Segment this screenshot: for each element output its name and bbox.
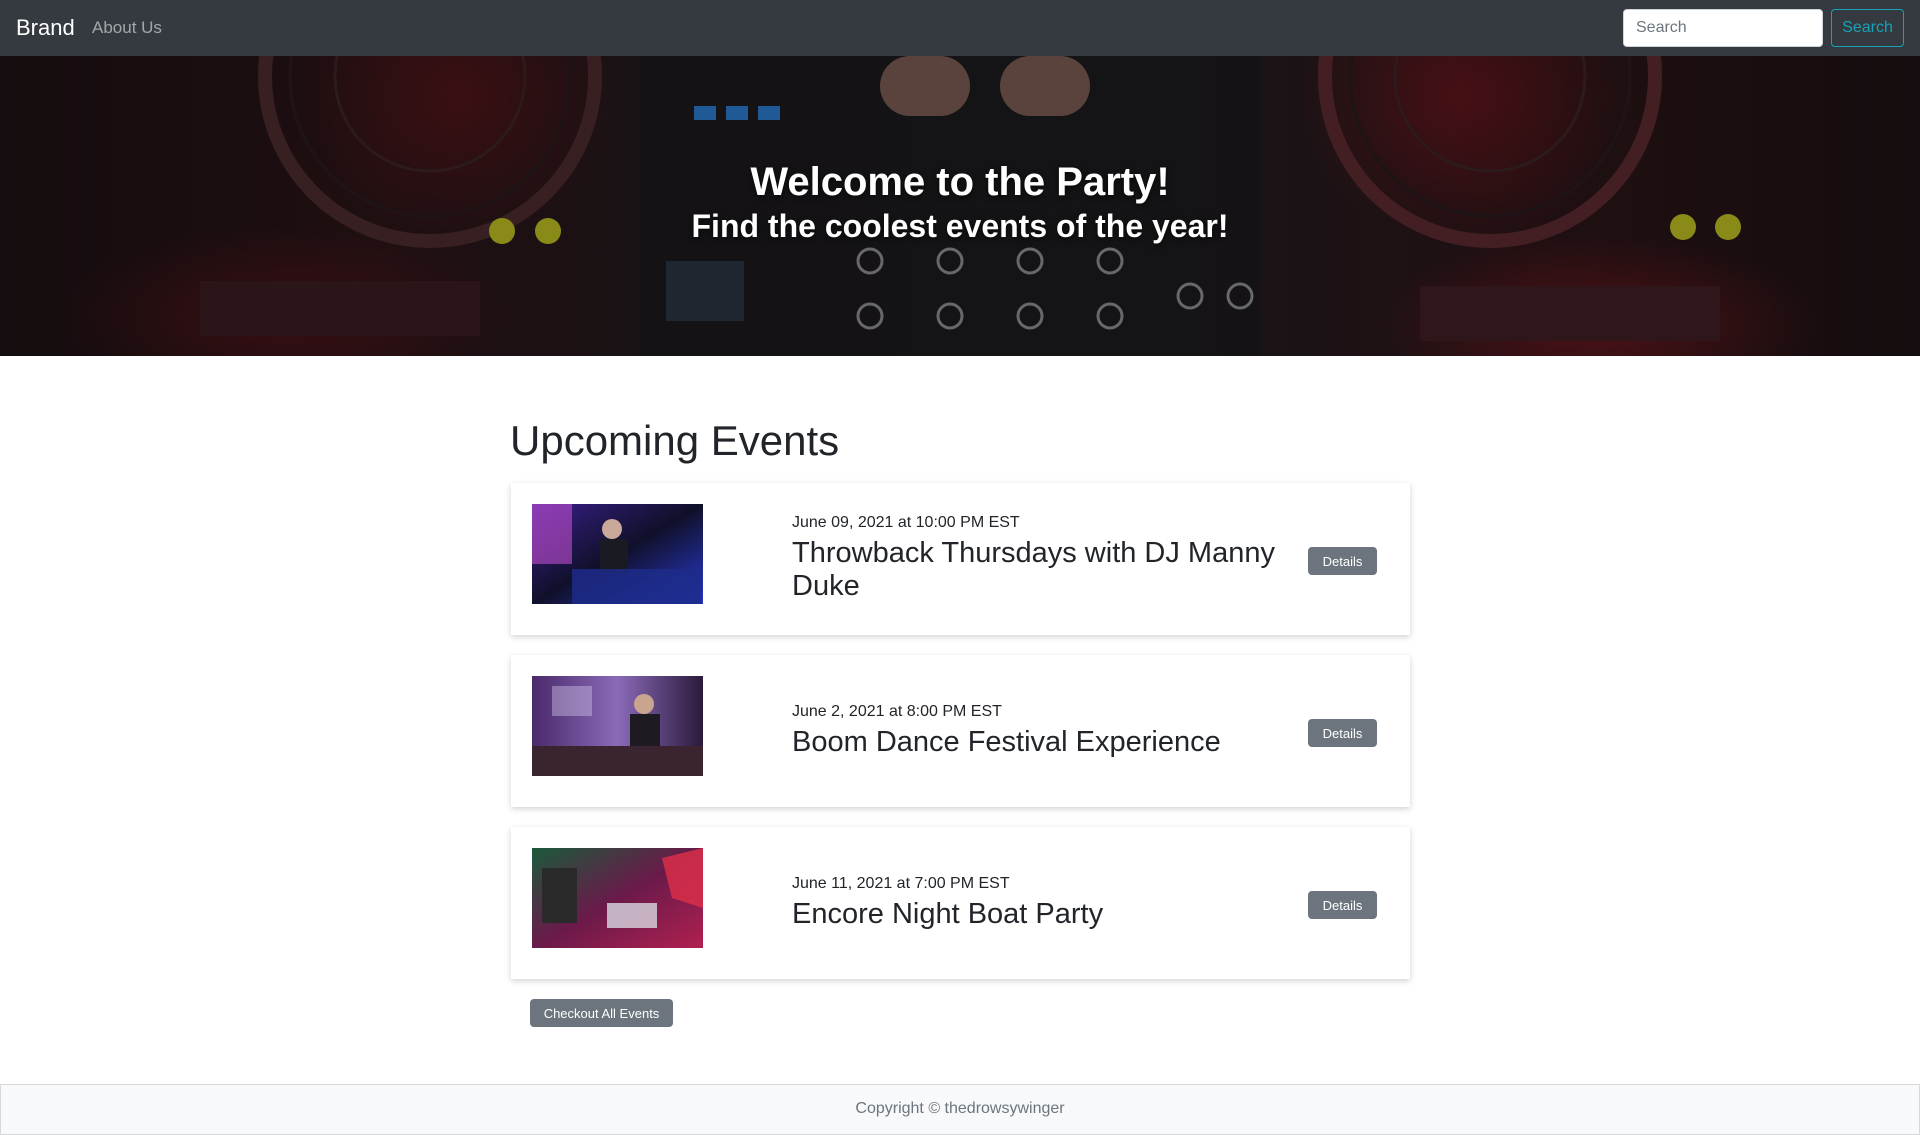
copyright-text: Copyright © thedrowsywinger: [855, 1100, 1065, 1117]
upcoming-events-heading: Upcoming Events: [510, 417, 840, 464]
hero-subtitle: Find the coolest events of the year!: [691, 208, 1229, 244]
brand-link[interactable]: Brand: [16, 15, 75, 41]
search-input[interactable]: [1623, 9, 1823, 47]
event-date: June 11, 2021 at 7:00 PM EST: [792, 875, 1010, 892]
event-thumbnail-image: [532, 676, 703, 776]
checkout-all-events-button[interactable]: Checkout All Events: [530, 999, 673, 1027]
nav-link-about-us[interactable]: About Us: [92, 18, 162, 38]
hero-banner: Welcome to the Party! Find the coolest e…: [0, 56, 1920, 356]
event-title: Boom Dance Festival Experience: [792, 726, 1221, 758]
footer: Copyright © thedrowsywinger: [0, 1084, 1920, 1135]
details-button[interactable]: Details: [1308, 547, 1377, 575]
event-card: June 11, 2021 at 7:00 PM EST Encore Nigh…: [511, 827, 1410, 979]
event-thumbnail-image: [532, 848, 703, 948]
details-button[interactable]: Details: [1308, 891, 1377, 919]
details-button[interactable]: Details: [1308, 719, 1377, 747]
event-date: June 09, 2021 at 10:00 PM EST: [792, 514, 1020, 531]
hero-overlay: [0, 56, 1920, 356]
event-date: June 2, 2021 at 8:00 PM EST: [792, 703, 1002, 720]
event-title: Encore Night Boat Party: [792, 898, 1104, 930]
event-card: June 2, 2021 at 8:00 PM EST Boom Dance F…: [511, 655, 1410, 807]
event-title: Throwback Thursdays with DJ Manny Duke: [792, 537, 1275, 602]
navbar: Brand About Us Search: [0, 0, 1920, 56]
hero-title: Welcome to the Party!: [750, 160, 1170, 204]
event-card: June 09, 2021 at 10:00 PM EST Throwback …: [511, 483, 1410, 635]
event-thumbnail-image: [532, 504, 703, 604]
search-button[interactable]: Search: [1831, 9, 1904, 47]
